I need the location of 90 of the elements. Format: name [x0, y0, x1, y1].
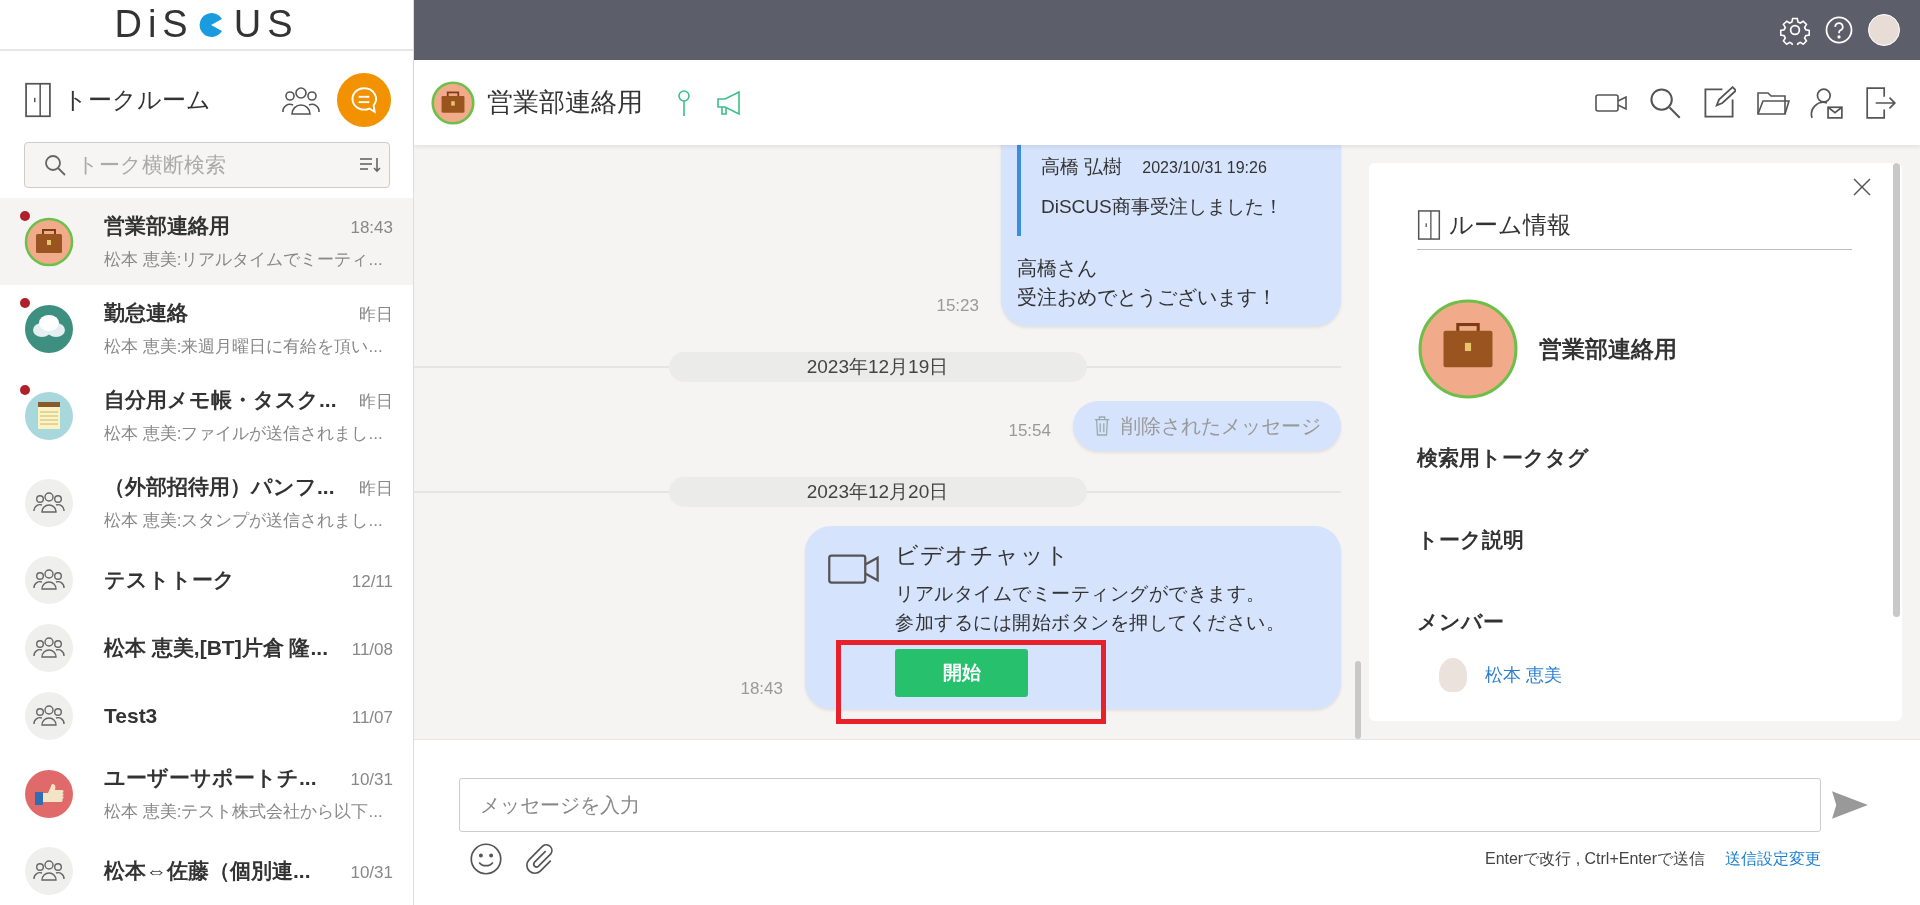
room-list-item[interactable]: テストトーク 12/11: [0, 546, 413, 614]
member-mail-icon[interactable]: [1810, 85, 1844, 120]
send-settings-link[interactable]: 送信設定変更: [1725, 848, 1821, 870]
briefcase-avatar-icon: [431, 80, 475, 125]
group-avatar-icon: [24, 477, 74, 528]
room-list-item[interactable]: （外部招待用）パンフ... 昨日 松本 恵美:スタンプが送信されまし...: [0, 459, 413, 546]
room-name: Test3: [104, 704, 158, 728]
video-chat-title: ビデオチャット: [895, 541, 1071, 570]
room-list-item[interactable]: Test3 11/07: [0, 682, 413, 750]
room-name: 営業部連絡用: [104, 213, 230, 239]
room-list-item[interactable]: 営業部連絡用 18:43 松本 恵美:リアルタイムでミーティ...: [0, 198, 413, 285]
room-name: 自分用メモ帳・タスク...: [104, 387, 337, 413]
group-avatar-icon: [24, 691, 74, 741]
member-link[interactable]: 松本 恵美: [1485, 663, 1562, 687]
room-list-item[interactable]: 松本⇔佐藤（個別連... 10/31: [0, 837, 413, 905]
message-time: 15:54: [1008, 421, 1051, 441]
user-avatar[interactable]: [1868, 14, 1900, 46]
room-name: （外部招待用）パンフ...: [104, 474, 335, 500]
room-time: 10/31: [350, 770, 393, 790]
search-field[interactable]: トーク横断検索: [75, 152, 350, 178]
member-avatar: [1439, 658, 1467, 692]
room-name: 松本⇔佐藤（個別連...: [104, 858, 311, 884]
room-name: 営業部連絡用: [1539, 334, 1677, 364]
message-input[interactable]: メッセージを入力: [459, 778, 1821, 832]
quote-time: 2023/10/31 19:26: [1142, 159, 1267, 177]
quote-text: DiSCUS商事受注しました！: [1041, 195, 1284, 219]
room-list-item[interactable]: 勤怠連絡 昨日 松本 恵美:来週月曜日に有給を頂い...: [0, 285, 413, 372]
briefcase-avatar-icon: [1417, 298, 1519, 400]
room-time: 昨日: [359, 304, 393, 326]
room-list-item[interactable]: 松本 恵美,[BT]片倉 隆... 11/08: [0, 614, 413, 682]
edit-icon[interactable]: [1702, 85, 1736, 120]
section-heading: メンバー: [1417, 609, 1505, 635]
room-time: 18:43: [350, 218, 393, 238]
room-time: 昨日: [359, 391, 393, 413]
date-separator: 2023年12月19日: [668, 352, 1087, 382]
room-time: 11/08: [351, 640, 393, 660]
group-avatar-icon: [24, 623, 74, 673]
room-name: テストトーク: [104, 567, 235, 593]
door-icon: [1417, 210, 1441, 240]
notepad-avatar-icon: [24, 390, 74, 441]
scrollbar[interactable]: [1893, 163, 1900, 617]
exit-icon[interactable]: [1864, 85, 1898, 120]
room-list-item[interactable]: ユーザーサポートチ... 10/31 松本 恵美:テスト株式会社から以下...: [0, 750, 413, 837]
quote-author: 高橋 弘樹: [1041, 155, 1123, 179]
room-preview: 松本 恵美:リアルタイムでミーティ...: [104, 249, 384, 271]
scrollbar[interactable]: [1355, 661, 1361, 739]
group-avatar-icon: [24, 846, 74, 896]
search-bar[interactable]: トーク横断検索: [24, 142, 390, 188]
room-time: 12/11: [351, 572, 393, 592]
search-icon: [43, 153, 67, 177]
send-icon[interactable]: [1831, 789, 1869, 821]
message-text: リアルタイムでミーティングができます。: [895, 582, 1267, 606]
close-icon[interactable]: [1852, 177, 1872, 197]
trash-icon: [1093, 415, 1111, 437]
sidebar-title: トークルーム: [63, 85, 212, 116]
deleted-message-text: 削除されたメッセージ: [1121, 413, 1321, 439]
message-text: 受注おめでとうございます！: [1017, 285, 1278, 310]
logo: DiS US: [0, 0, 413, 52]
chat-bubbles-avatar-icon: [24, 303, 74, 354]
room-preview: 松本 恵美:ファイルが送信されまし...: [104, 423, 384, 445]
room-time: 昨日: [359, 478, 393, 500]
section-heading: トーク説明: [1417, 527, 1525, 553]
send-hint: Enterで改行 , Ctrl+Enterで送信: [1484, 848, 1705, 869]
video-camera-icon: [827, 552, 881, 586]
room-preview: 松本 恵美:スタンプが送信されまし...: [104, 510, 384, 532]
date-separator: 2023年12月20日: [668, 477, 1087, 507]
thumbs-up-avatar-icon: [24, 768, 74, 819]
message-text: 高橋さん: [1017, 256, 1098, 281]
room-name: 勤怠連絡: [104, 300, 188, 326]
search-icon[interactable]: [1648, 85, 1682, 120]
panel-title: ルーム情報: [1449, 210, 1571, 240]
settings-icon[interactable]: [1780, 15, 1810, 45]
room-time: 11/07: [351, 708, 393, 728]
help-icon[interactable]: [1824, 15, 1854, 45]
briefcase-avatar-icon: [24, 216, 74, 267]
section-heading: 検索用トークタグ: [1417, 445, 1590, 471]
emoji-icon[interactable]: [469, 842, 503, 876]
door-icon: [25, 82, 51, 119]
group-avatar-icon: [24, 555, 74, 605]
room-name: 松本 恵美,[BT]片倉 隆...: [104, 635, 328, 661]
message-time: 15:23: [936, 296, 979, 316]
message-text: 参加するには開始ボタンを押してください。: [895, 611, 1285, 635]
room-title: 営業部連絡用: [487, 86, 643, 119]
room-preview: 松本 恵美:テスト株式会社から以下...: [104, 801, 384, 823]
message-time: 18:43: [740, 679, 783, 699]
people-icon[interactable]: [281, 84, 321, 117]
room-time: 10/31: [350, 863, 393, 883]
room-preview: 松本 恵美:来週月曜日に有給を頂い...: [104, 336, 384, 358]
room-name: ユーザーサポートチ...: [104, 765, 317, 791]
room-list-item[interactable]: 自分用メモ帳・タスク... 昨日 松本 恵美:ファイルが送信されまし...: [0, 372, 413, 459]
